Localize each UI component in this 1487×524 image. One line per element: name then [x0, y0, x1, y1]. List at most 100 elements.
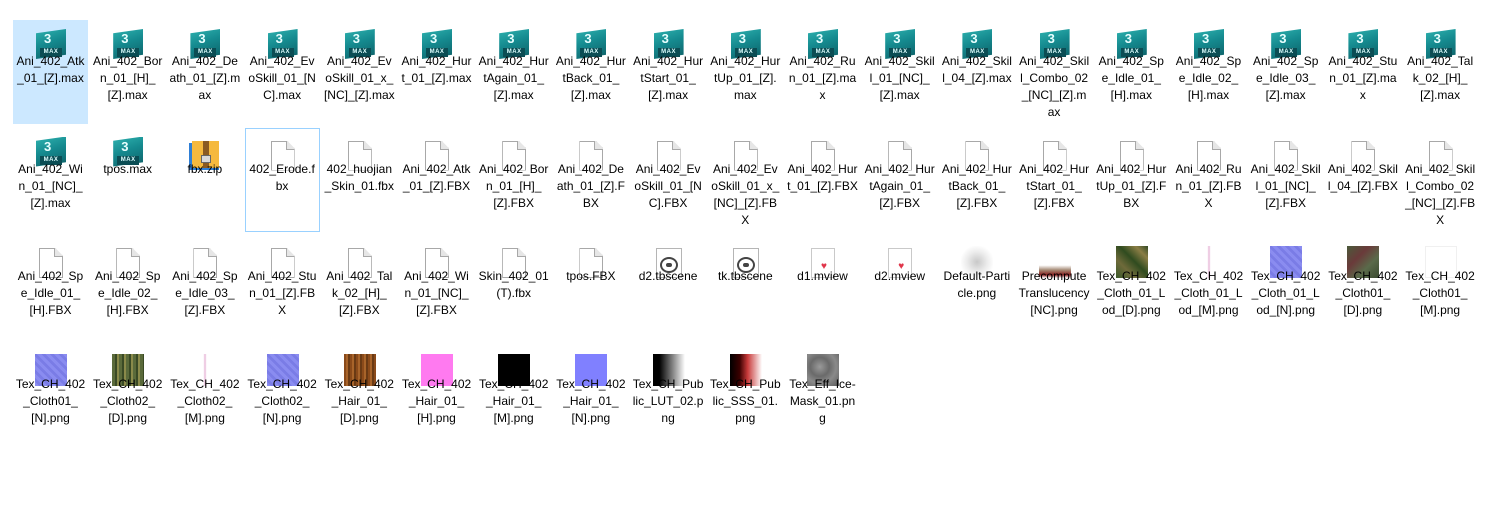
- file-item[interactable]: 3 MAX Ani_402_Spe_Idle_01_[H].max: [1094, 20, 1169, 124]
- file-item[interactable]: 3 MAX Ani_402_HurtBack_01_[Z].max: [553, 20, 628, 124]
- file-item[interactable]: Ani_402_Spe_Idle_03_[Z].FBX: [167, 235, 242, 339]
- file-name-label: PrecomputeTranslucency[NC].png: [1018, 269, 1090, 317]
- file-item[interactable]: Ani_402_Talk_02_[H]_[Z].FBX: [322, 235, 397, 339]
- file-name-label: Ani_402_HurtStart_01_[Z].FBX: [1019, 161, 1090, 210]
- file-name-label: Ani_402_HurtAgain_01_[Z].max: [478, 54, 549, 102]
- file-item[interactable]: Tex_CH_402_Hair_01_[H].png: [399, 343, 474, 447]
- file-name-label: Ani_402_Stun_01_[Z].FBX: [247, 269, 317, 317]
- file-name-label: Ani_402_Hurt_01_[Z].max: [401, 54, 472, 85]
- file-item[interactable]: 3 MAX Ani_402_Skill_Combo_02_[NC]_[Z].max: [1017, 20, 1092, 124]
- file-name-label: tpos.FBX: [566, 269, 616, 283]
- file-item[interactable]: 3 MAX Ani_402_Spe_Idle_02_[H].max: [1171, 20, 1246, 124]
- file-item[interactable]: Tex_CH_402_Cloth01_[N].png: [13, 343, 88, 447]
- file-name-label: Ani_402_Death_01_[Z].FBX: [556, 161, 625, 210]
- file-item[interactable]: Ani_402_EvoSkill_01_[NC].FBX: [631, 128, 706, 232]
- file-item[interactable]: Ani_402_Stun_01_[Z].FBX: [245, 235, 320, 339]
- file-name-label: Tex_CH_402_Hair_01_[D].png: [324, 376, 394, 425]
- file-name-label: Ani_402_Atk_01_[Z].FBX: [402, 161, 471, 193]
- file-name-label: Ani_402_HurtStart_01_[Z].max: [633, 54, 704, 102]
- file-item[interactable]: 3 MAX Ani_402_Born_01_[H]_[Z].max: [90, 20, 165, 124]
- file-item[interactable]: Tex_CH_402_Cloth_01_Lod_[M].png: [1171, 235, 1246, 339]
- file-item[interactable]: Ani_402_Death_01_[Z].FBX: [553, 128, 628, 232]
- file-name-label: tpos.max: [103, 161, 153, 176]
- file-item[interactable]: Tex_Eff_Ice-Mask_01.png: [785, 343, 860, 447]
- file-item[interactable]: Tex_CH_402_Hair_01_[M].png: [476, 343, 551, 447]
- file-name-label: Ani_402_Spe_Idle_01_[H].max: [1098, 54, 1164, 102]
- file-name-label: Ani_402_HurtUp_01_[Z].max: [710, 54, 781, 102]
- file-item[interactable]: 3 MAX Ani_402_EvoSkill_01_x_[NC]_[Z].max: [322, 20, 397, 124]
- file-item[interactable]: Tex_CH_402_Cloth01_[D].png: [1325, 235, 1400, 339]
- file-item[interactable]: Ani_402_HurtStart_01_[Z].FBX: [1017, 128, 1092, 232]
- file-name-label: d1.mview: [797, 269, 848, 283]
- file-name-label: Tex_CH_402_Cloth01_[D].png: [1328, 269, 1398, 317]
- file-item[interactable]: 3 MAX Ani_402_Spe_Idle_03_[Z].max: [1248, 20, 1323, 124]
- file-item[interactable]: 3 MAX Ani_402_EvoSkill_01_[NC].max: [245, 20, 320, 124]
- file-name-label: Tex_CH_402_Cloth01_[M].png: [1405, 269, 1475, 317]
- file-item[interactable]: Tex_CH_402_Cloth02_[D].png: [90, 343, 165, 447]
- file-item[interactable]: 3 MAX Ani_402_Skill_04_[Z].max: [939, 20, 1014, 124]
- file-name-label: Ani_402_Spe_Idle_02_[H].FBX: [94, 269, 161, 317]
- file-name-label: Skin_402_01(T).fbx: [478, 269, 549, 300]
- file-name-label: Ani_402_Talk_02_[H]_[Z].max: [1407, 54, 1474, 102]
- file-name-label: Tex_CH_402_Cloth02_[D].png: [93, 376, 163, 425]
- file-item[interactable]: Ani_402_Skill_04_[Z].FBX: [1325, 128, 1400, 232]
- file-item[interactable]: ♥ d2.mview: [862, 235, 937, 339]
- file-name-label: Tex_Eff_Ice-Mask_01.png: [789, 376, 856, 425]
- file-name-label: tk.tbscene: [717, 269, 773, 283]
- file-item[interactable]: 3 MAX Ani_402_Death_01_[Z].max: [167, 20, 242, 124]
- file-item[interactable]: Ani_402_HurtAgain_01_[Z].FBX: [862, 128, 937, 232]
- file-item[interactable]: Tex_CH_402_Cloth_01_Lod_[D].png: [1094, 235, 1169, 339]
- file-item[interactable]: Tex_CH_402_Cloth02_[N].png: [245, 343, 320, 447]
- file-name-label: Ani_402_HurtBack_01_[Z].FBX: [941, 161, 1012, 210]
- file-item[interactable]: 3 MAX Ani_402_HurtUp_01_[Z].max: [708, 20, 783, 124]
- file-item[interactable]: PrecomputeTranslucency[NC].png: [1017, 235, 1092, 339]
- file-name-label: Ani_402_EvoSkill_01_x_[NC]_[Z].max: [323, 54, 395, 102]
- file-item[interactable]: Ani_402_HurtUp_01_[Z].FBX: [1094, 128, 1169, 232]
- file-name-label: Ani_402_HurtBack_01_[Z].max: [555, 54, 626, 102]
- file-name-label: Ani_402_Skill_01_[NC]_[Z].FBX: [1250, 161, 1321, 210]
- file-item[interactable]: Default-Particle.png: [939, 235, 1014, 339]
- file-item[interactable]: Tex_CH_402_Cloth_01_Lod_[N].png: [1248, 235, 1323, 339]
- file-item[interactable]: Ani_402_HurtBack_01_[Z].FBX: [939, 128, 1014, 232]
- file-name-label: Tex_CH_402_Cloth02_[M].png: [170, 376, 240, 425]
- file-item[interactable]: Ani_402_Skill_01_[NC]_[Z].FBX: [1248, 128, 1323, 232]
- file-item[interactable]: fbx.zip: [167, 128, 242, 232]
- file-item[interactable]: 3 MAX Ani_402_Talk_02_[H]_[Z].max: [1403, 20, 1478, 124]
- file-item[interactable]: 3 MAX Ani_402_HurtAgain_01_[Z].max: [476, 20, 551, 124]
- file-name-label: 402_huojian_Skin_01.fbx: [324, 161, 394, 193]
- file-item[interactable]: Ani_402_Atk_01_[Z].FBX: [399, 128, 474, 232]
- file-item[interactable]: Ani_402_Spe_Idle_01_[H].FBX: [13, 235, 88, 339]
- file-item[interactable]: 3 MAX Ani_402_Hurt_01_[Z].max: [399, 20, 474, 124]
- file-name-label: Ani_402_Win_01_[NC]_[Z].FBX: [404, 269, 469, 317]
- file-item[interactable]: Tex_CH_402_Cloth02_[M].png: [167, 343, 242, 447]
- file-item[interactable]: Skin_402_01(T).fbx: [476, 235, 551, 339]
- file-item[interactable]: 402_huojian_Skin_01.fbx: [322, 128, 397, 232]
- file-item[interactable]: Tex_CH_Public_LUT_02.png: [631, 343, 706, 447]
- file-item[interactable]: 3 MAX tpos.max: [90, 128, 165, 232]
- file-name-label: Tex_CH_402_Cloth_01_Lod_[M].png: [1173, 269, 1244, 317]
- file-item[interactable]: ♥ d1.mview: [785, 235, 860, 339]
- file-item[interactable]: Ani_402_Skill_Combo_02_[NC]_[Z].FBX: [1403, 128, 1478, 232]
- file-item[interactable]: tpos.FBX: [553, 235, 628, 339]
- file-item[interactable]: 3 MAX Ani_402_Skill_01_[NC]_[Z].max: [862, 20, 937, 124]
- file-name-label: Ani_402_Talk_02_[H]_[Z].FBX: [326, 269, 393, 317]
- file-item[interactable]: tk.tbscene: [708, 235, 783, 339]
- file-item[interactable]: Ani_402_Win_01_[NC]_[Z].FBX: [399, 235, 474, 339]
- file-item[interactable]: Tex_CH_Public_SSS_01.png: [708, 343, 783, 447]
- file-item[interactable]: Ani_402_Run_01_[Z].FBX: [1171, 128, 1246, 232]
- file-item[interactable]: 3 MAX Ani_402_Run_01_[Z].max: [785, 20, 860, 124]
- file-item[interactable]: 402_Erode.fbx: [244, 127, 320, 232]
- file-item[interactable]: Ani_402_Hurt_01_[Z].FBX: [785, 128, 860, 232]
- file-item[interactable]: 3 MAX Ani_402_Win_01_[NC]_[Z].max: [13, 128, 88, 232]
- file-name-label: Ani_402_Stun_01_[Z].max: [1328, 54, 1398, 102]
- file-item[interactable]: Ani_402_EvoSkill_01_x_[NC]_[Z].FBX: [708, 128, 783, 232]
- file-item[interactable]: Ani_402_Born_01_[H]_[Z].FBX: [476, 128, 551, 232]
- file-item[interactable]: Tex_CH_402_Hair_01_[N].png: [553, 343, 628, 447]
- file-item[interactable]: Tex_CH_402_Hair_01_[D].png: [322, 343, 397, 447]
- file-item[interactable]: 3 MAX Ani_402_HurtStart_01_[Z].max: [631, 20, 706, 124]
- file-item[interactable]: 3 MAX Ani_402_Stun_01_[Z].max: [1325, 20, 1400, 124]
- file-item[interactable]: Ani_402_Spe_Idle_02_[H].FBX: [90, 235, 165, 339]
- file-item[interactable]: 3 MAX Ani_402_Atk_01_[Z].max: [13, 20, 88, 124]
- file-item[interactable]: Tex_CH_402_Cloth01_[M].png: [1403, 235, 1478, 339]
- file-item[interactable]: d2.tbscene: [631, 235, 706, 339]
